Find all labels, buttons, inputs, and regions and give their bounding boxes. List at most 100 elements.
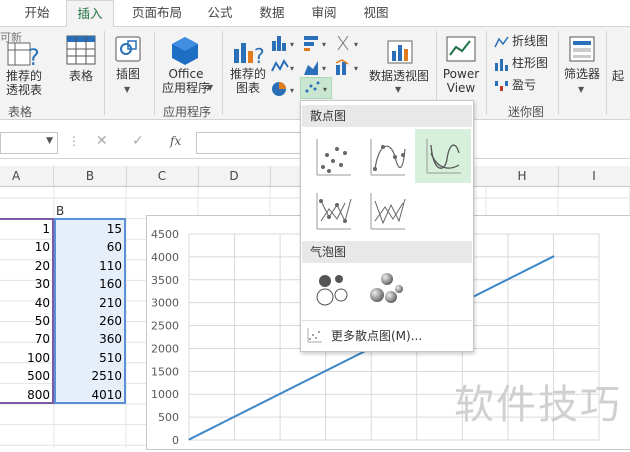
ribbon-tab-bar: 开始 插入 页面布局 公式 数据 审阅 视图 (0, 0, 630, 28)
data-point[interactable] (188, 438, 191, 441)
recommended-pivot-icon: ? (7, 42, 40, 71)
scatter-straight-lines-tile[interactable] (361, 185, 413, 237)
formula-bar-divider-icon: ⋮ (68, 134, 80, 148)
data-point[interactable] (233, 415, 236, 418)
bar-chart-icon[interactable]: ▾ (302, 33, 332, 53)
data-point[interactable] (192, 436, 195, 439)
filter-dropdown-icon[interactable]: ▼ (578, 83, 584, 97)
table-cell-a[interactable]: 800 (0, 386, 50, 404)
scatter-chart-icon[interactable]: ▾ (300, 77, 332, 99)
recommended-charts-label-2: 图表 (235, 81, 260, 95)
tab-page-layout[interactable]: 页面布局 (124, 0, 190, 26)
column-header-h[interactable]: H (486, 166, 559, 186)
sparkline-column-icon (495, 59, 508, 71)
sparkline-column-button[interactable]: 柱形图 (512, 56, 548, 70)
y-tick-label: 0 (172, 434, 179, 447)
table-cell-b[interactable]: 260 (54, 312, 122, 330)
pie-chart-icon[interactable]: ▾ (270, 79, 300, 99)
tab-formulas[interactable]: 公式 (198, 0, 242, 26)
sparkline-winloss-button[interactable]: 盈亏 (512, 78, 536, 92)
y-tick-label: 500 (158, 411, 179, 424)
name-box[interactable]: ▼ (0, 132, 58, 154)
office-apps-dropdown-icon[interactable]: ▼ (207, 81, 213, 95)
column-header-a[interactable]: A (0, 166, 54, 186)
table-cell-b[interactable]: 2510 (54, 367, 122, 385)
column-header-c[interactable]: C (126, 166, 199, 186)
tab-insert[interactable]: 插入 (66, 0, 114, 28)
table-cell-a[interactable]: 40 (0, 294, 50, 312)
scatter-markers-tile[interactable] (307, 131, 359, 183)
group-separator (222, 31, 223, 115)
bubble-tile[interactable] (307, 267, 359, 319)
table-cell-a[interactable]: 20 (0, 257, 50, 275)
formula-input[interactable] (196, 132, 308, 154)
column-header-i[interactable]: I (558, 166, 630, 186)
scatter-smooth-lines-tile[interactable] (415, 129, 471, 183)
table-cell-a[interactable]: 10 (0, 238, 50, 256)
table-cell-a[interactable]: 50 (0, 312, 50, 330)
bubble-3d-tile[interactable] (361, 267, 413, 319)
insert-function-icon[interactable]: fx (170, 134, 181, 148)
table-cell-b[interactable]: 60 (54, 238, 122, 256)
table-cell-b[interactable]: 15 (54, 220, 122, 238)
data-point[interactable] (197, 433, 200, 436)
office-apps-button[interactable]: Office 应用程序 (160, 67, 212, 95)
stock-chart-icon[interactable]: ▾ (334, 33, 364, 53)
name-box-dropdown-icon[interactable]: ▼ (46, 136, 53, 146)
scatter-straight-markers-tile[interactable] (307, 185, 359, 237)
table-cell-b[interactable]: 4010 (54, 386, 122, 404)
scatter-straight-lines-icon (370, 193, 406, 230)
recommended-charts-icon: ? (234, 43, 265, 65)
table-cell-b[interactable]: 160 (54, 275, 122, 293)
tab-review[interactable]: 审阅 (302, 0, 346, 26)
table-cell-a[interactable]: 100 (0, 349, 50, 367)
table-cell-b[interactable]: 360 (54, 330, 122, 348)
sparkline-line-icon (494, 36, 509, 48)
table-cell-a[interactable]: 30 (0, 275, 50, 293)
table-cell-b[interactable]: 110 (54, 257, 122, 275)
enter-icon[interactable]: ✓ (132, 133, 144, 149)
gallery-divider (302, 320, 472, 321)
cancel-icon[interactable]: ✕ (96, 133, 108, 149)
illustrations-dropdown-icon[interactable]: ▼ (124, 83, 130, 97)
column-header-d[interactable]: D (198, 166, 271, 186)
scatter-markers-icon (316, 139, 351, 176)
area-chart-icon[interactable]: ▾ (302, 57, 332, 77)
table-button[interactable]: 表格 (60, 69, 102, 83)
illustrations-button[interactable]: 插图 (110, 67, 146, 81)
office-store-icon (172, 37, 198, 65)
data-point[interactable] (206, 429, 209, 432)
table-cell-b[interactable]: 210 (54, 294, 122, 312)
table-cell-b[interactable]: 510 (54, 349, 122, 367)
combo-chart-icon[interactable]: ▾ (334, 57, 364, 77)
data-point[interactable] (210, 427, 213, 430)
pivot-chart-dropdown-icon[interactable]: ▼ (395, 83, 401, 97)
column-header-b[interactable]: B (54, 166, 127, 186)
pivot-chart-button[interactable]: 数据透视图 (368, 69, 430, 83)
table-cell-a[interactable]: 500 (0, 367, 50, 385)
scatter-straight-markers-icon (316, 193, 352, 230)
y-tick-label: 2000 (151, 342, 179, 355)
recommended-charts-button[interactable]: 推荐的 图表 (226, 67, 270, 95)
scatter-smooth-markers-tile[interactable] (361, 131, 413, 183)
data-range: B 1 15 10 60 20 110 30 160 40 210 50 260 70 360 100 510… (0, 198, 126, 404)
power-view-button[interactable]: Power View (440, 67, 482, 95)
illustrations-icon (115, 36, 141, 62)
office-apps-label-1: Office (168, 67, 204, 81)
tab-data[interactable]: 数据 (250, 0, 294, 26)
tab-home[interactable]: 开始 (14, 0, 60, 26)
tab-view[interactable]: 视图 (354, 0, 398, 26)
data-point[interactable] (219, 422, 222, 425)
column-chart-icon[interactable]: ▾ (270, 33, 300, 53)
sparkline-line-button[interactable]: 折线图 (512, 34, 548, 48)
more-scatter-charts-item[interactable]: 更多散点图(M)... (307, 325, 467, 345)
table-cell-a[interactable]: 1 (0, 220, 50, 238)
table-cell-a[interactable]: 70 (0, 330, 50, 348)
recommended-pivot-button[interactable]: 推荐的 透视表 (0, 69, 48, 97)
data-point[interactable] (552, 255, 555, 258)
line-chart-icon[interactable]: ▾ (270, 57, 300, 77)
filter-button[interactable]: 筛选器 (560, 67, 604, 81)
y-tick-label: 3000 (151, 297, 179, 310)
data-point[interactable] (201, 431, 204, 434)
cell-b-header[interactable]: B (54, 204, 128, 218)
